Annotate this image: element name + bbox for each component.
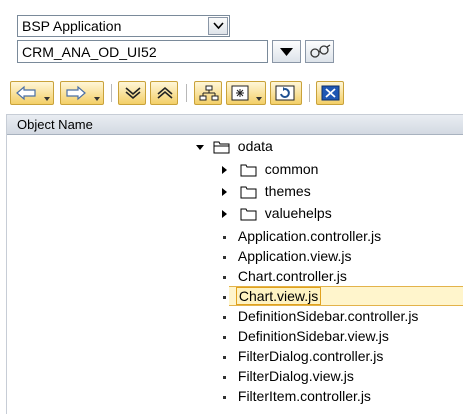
- tree-node-folder[interactable]: common: [222, 159, 318, 179]
- expand-all-button[interactable]: [118, 81, 146, 105]
- close-button[interactable]: [316, 81, 344, 105]
- object-name-field[interactable]: CRM_ANA_OD_UI52: [17, 40, 268, 63]
- forward-button[interactable]: [60, 81, 104, 105]
- file-label: DefinitionSidebar.view.js: [237, 328, 389, 344]
- file-label: Application.controller.js: [237, 228, 382, 244]
- object-type-dropdown[interactable]: BSP Application: [17, 15, 230, 37]
- collapsed-triangle-icon[interactable]: [222, 210, 227, 219]
- folder-icon: [240, 186, 257, 199]
- tree-node-file-selected[interactable]: Chart.view.js: [223, 286, 322, 306]
- leaf-bullet-icon: [223, 375, 226, 379]
- column-title: Object Name: [17, 117, 93, 132]
- chevron-down-icon: [213, 22, 224, 30]
- display-options-icon: [231, 85, 249, 101]
- folder-icon: [240, 208, 257, 221]
- object-type-value: BSP Application: [22, 18, 122, 34]
- tree-node-file[interactable]: FilterDialog.view.js: [223, 366, 354, 386]
- folder-label: themes: [264, 183, 311, 199]
- search-glasses-button[interactable]: [305, 40, 334, 63]
- hierarchy-button[interactable]: [194, 81, 222, 105]
- tree-node-file[interactable]: Chart.controller.js: [223, 266, 347, 286]
- toolbar-separator: [186, 84, 187, 102]
- close-icon: [321, 85, 340, 101]
- refresh-button[interactable]: [270, 81, 302, 105]
- leaf-bullet-icon: [223, 295, 226, 299]
- hierarchy-icon: [199, 85, 219, 101]
- tree-node-folder[interactable]: valuehelps: [222, 203, 332, 223]
- back-icon: [16, 85, 36, 101]
- toolbar: [10, 81, 450, 105]
- display-options-button[interactable]: [226, 81, 266, 105]
- tree-node-file[interactable]: Application.controller.js: [223, 226, 381, 246]
- expanded-triangle-icon[interactable]: [196, 144, 204, 150]
- folder-label: odata: [237, 138, 273, 154]
- leaf-bullet-icon: [223, 335, 226, 339]
- leaf-bullet-icon: [223, 355, 226, 359]
- collapse-all-button[interactable]: [150, 81, 178, 105]
- toolbar-separator: [309, 84, 310, 102]
- leaf-bullet-icon: [223, 235, 226, 239]
- toolbar-separator: [111, 84, 112, 102]
- file-label: FilterItem.controller.js: [237, 388, 371, 404]
- tree-node-file[interactable]: DefinitionSidebar.view.js: [223, 326, 389, 346]
- back-button[interactable]: [10, 81, 54, 105]
- tree-column-header[interactable]: Object Name: [7, 114, 463, 135]
- refresh-icon: [275, 85, 295, 101]
- triangle-down-icon: [280, 48, 293, 56]
- file-label-selected: Chart.view.js: [235, 287, 322, 305]
- leaf-bullet-icon: [223, 275, 226, 279]
- expand-all-icon: [125, 87, 141, 100]
- leaf-bullet-icon: [223, 395, 226, 399]
- folder-icon: [240, 164, 257, 177]
- tree-node-file[interactable]: FilterItem.controller.js: [223, 386, 371, 406]
- leaf-bullet-icon: [223, 255, 226, 259]
- tree-node-folder[interactable]: themes: [222, 181, 311, 201]
- tree-node-root[interactable]: odata: [196, 136, 273, 156]
- folder-label: common: [264, 161, 319, 177]
- display-button[interactable]: [272, 40, 301, 63]
- file-label: Chart.controller.js: [237, 268, 347, 284]
- tree-node-file[interactable]: Application.view.js: [223, 246, 352, 266]
- glasses-icon: [310, 44, 331, 58]
- forward-icon: [66, 85, 86, 101]
- collapsed-triangle-icon[interactable]: [222, 188, 227, 197]
- collapsed-triangle-icon[interactable]: [222, 166, 227, 175]
- object-name-value: CRM_ANA_OD_UI52: [22, 44, 157, 60]
- file-label: DefinitionSidebar.controller.js: [237, 308, 419, 324]
- file-label: FilterDialog.view.js: [237, 368, 354, 384]
- collapse-all-icon: [157, 86, 173, 99]
- file-label: Application.view.js: [237, 248, 352, 264]
- tree-node-file[interactable]: FilterDialog.controller.js: [223, 346, 383, 366]
- leaf-bullet-icon: [223, 315, 226, 319]
- tree-node-file[interactable]: DefinitionSidebar.controller.js: [223, 306, 418, 326]
- dropdown-button[interactable]: [208, 17, 228, 35]
- folder-open-icon: [213, 141, 230, 154]
- folder-label: valuehelps: [264, 205, 332, 221]
- file-label: FilterDialog.controller.js: [237, 348, 384, 364]
